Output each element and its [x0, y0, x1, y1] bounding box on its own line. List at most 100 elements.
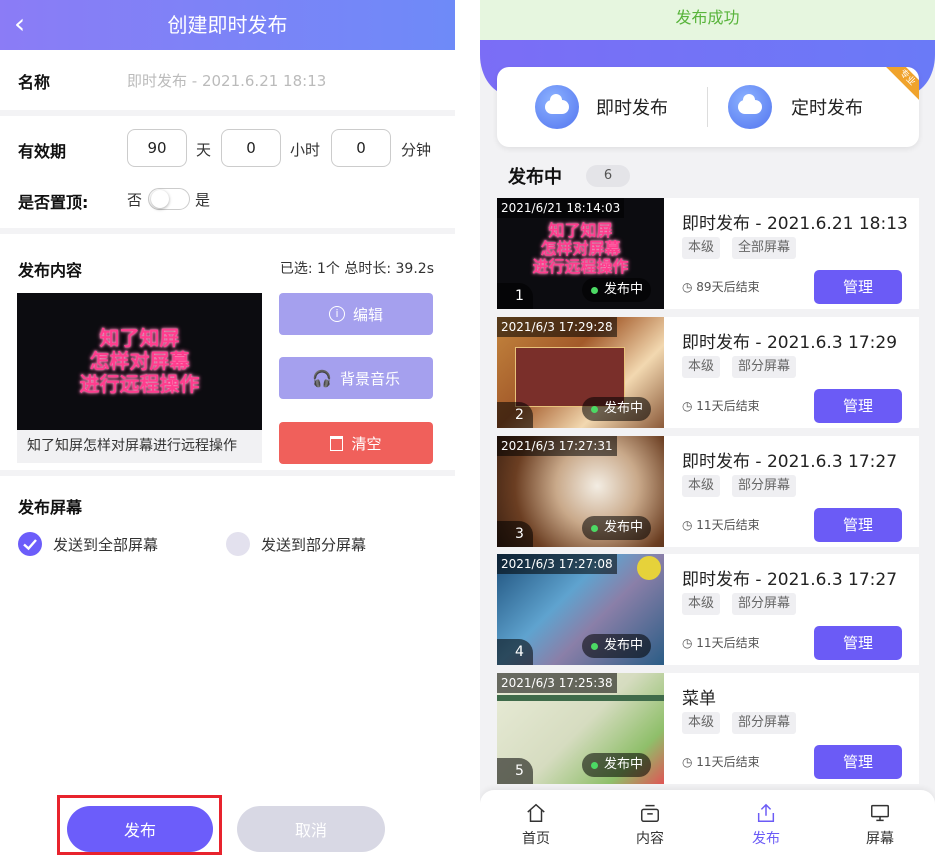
- days-unit: 天: [196, 141, 212, 159]
- pin-yes-label: 是: [195, 191, 211, 209]
- hours-input[interactable]: 0: [221, 129, 281, 167]
- thumb-line: 知了知屏: [99, 326, 180, 350]
- pin-toggle[interactable]: [148, 188, 190, 210]
- manage-button[interactable]: 管理: [814, 745, 902, 779]
- manage-button[interactable]: 管理: [814, 270, 902, 304]
- edit-label: 编辑: [352, 305, 383, 324]
- card-index: 2: [497, 402, 533, 428]
- name-label: 名称: [18, 73, 51, 92]
- publish-card[interactable]: 知了知屏 怎样对屏幕 进行远程操作 2021/6/21 18:14:03 1 发…: [497, 198, 919, 309]
- end-time: ◷ 11天后结束: [682, 399, 760, 413]
- header-bar: ‹ 创建即时发布: [0, 0, 455, 50]
- validity-label: 有效期: [18, 142, 67, 161]
- manage-button[interactable]: 管理: [814, 508, 902, 542]
- tab-publish[interactable]: 发布: [736, 802, 796, 848]
- scope-tag: 部分屏幕: [732, 712, 797, 734]
- send-part-label[interactable]: 发送到部分屏幕: [261, 534, 366, 555]
- card-thumbnail: 2021/6/3 17:27:08 4 发布中: [497, 554, 664, 665]
- publish-card[interactable]: 2021/6/3 17:27:31 3 发布中 即时发布 - 2021.6.3 …: [497, 436, 919, 547]
- publish-card[interactable]: 2021/6/3 17:29:28 2 发布中 即时发布 - 2021.6.3 …: [497, 317, 919, 428]
- card-title: 即时发布 - 2021.6.3 17:29: [682, 333, 898, 353]
- card-title: 即时发布 - 2021.6.3 17:27: [682, 570, 898, 590]
- scope-tag: 部分屏幕: [732, 475, 797, 497]
- status-badge: 发布中: [582, 278, 652, 302]
- scope-tag: 部分屏幕: [732, 593, 797, 615]
- screen-label: 发布屏幕: [18, 498, 83, 517]
- content-label: 发布内容: [18, 261, 83, 280]
- check-icon[interactable]: [18, 532, 42, 556]
- tab-screen[interactable]: 屏幕: [850, 802, 910, 848]
- tab-home[interactable]: 首页: [506, 802, 566, 848]
- card-index: 3: [497, 521, 533, 547]
- level-tag: 本级: [682, 593, 721, 615]
- days-input[interactable]: 90: [127, 129, 187, 167]
- monitor-icon: [871, 804, 889, 822]
- pin-label: 是否置顶:: [18, 193, 89, 212]
- divider: [707, 87, 708, 127]
- thumb-line: 怎样对屏幕: [89, 349, 190, 373]
- timestamp: 2021/6/3 17:25:38: [497, 673, 617, 693]
- thumb-text: 知了知屏 怎样对屏幕 进行远程操作: [497, 222, 664, 276]
- card-index: 5: [497, 758, 533, 784]
- radio-unchecked-icon[interactable]: [226, 532, 250, 556]
- timestamp: 2021/6/3 17:27:08: [497, 554, 617, 574]
- level-tag: 本级: [682, 475, 721, 497]
- card-index: 4: [497, 639, 533, 665]
- publish-list-screen: 发布成功 即时发布 定时发布 专业 发布中 6 知了知屏 怎样对屏幕 进行远程操…: [480, 0, 935, 861]
- bottom-tab-bar: 首页 内容 发布 屏幕: [480, 790, 935, 861]
- clear-label: 清空: [351, 434, 382, 453]
- scope-tag: 部分屏幕: [732, 356, 797, 378]
- cancel-button[interactable]: 取消: [237, 806, 385, 852]
- level-tag: 本级: [682, 356, 721, 378]
- content-caption: 知了知屏怎样对屏幕进行远程操作: [17, 430, 262, 463]
- minutes-input[interactable]: 0: [331, 129, 391, 167]
- tab-label: 内容: [636, 831, 664, 847]
- timestamp: 2021/6/3 17:29:28: [497, 317, 617, 337]
- cloud-clock-icon: [728, 85, 772, 129]
- manage-button[interactable]: 管理: [814, 626, 902, 660]
- create-publish-screen: ‹ 创建即时发布 名称 即时发布 - 2021.6.21 18:13 有效期 9…: [0, 0, 455, 861]
- thumb-line: 进行远程操作: [532, 257, 629, 276]
- status-badge: 发布中: [582, 516, 652, 540]
- section-title: 发布中: [508, 167, 562, 188]
- content-box-icon: [641, 804, 659, 822]
- clear-button[interactable]: 清空: [279, 422, 433, 464]
- toggle-knob: [151, 190, 169, 208]
- success-toast: 发布成功: [480, 0, 935, 40]
- status-badge: 发布中: [582, 753, 652, 777]
- page-title: 创建即时发布: [167, 13, 288, 37]
- section-count: 6: [586, 165, 630, 187]
- end-text: 11天后结束: [696, 399, 760, 413]
- card-thumbnail: 2021/6/3 17:27:31 3 发布中: [497, 436, 664, 547]
- end-text: 11天后结束: [696, 636, 760, 650]
- share-upload-icon: [757, 803, 775, 822]
- tab-label: 发布: [752, 831, 780, 847]
- timestamp: 2021/6/21 18:14:03: [497, 198, 625, 218]
- send-all-label[interactable]: 发送到全部屏幕: [53, 534, 158, 555]
- minutes-unit: 分钟: [401, 141, 432, 159]
- scope-tag: 全部屏幕: [732, 237, 797, 259]
- publish-card[interactable]: 2021/6/3 17:25:38 5 发布中 菜单 本级 部分屏幕 ◷ 11天…: [497, 673, 919, 784]
- instant-publish-button[interactable]: 即时发布: [596, 94, 668, 120]
- edit-button[interactable]: i 编辑: [279, 293, 433, 335]
- pro-badge: 专业: [880, 67, 919, 105]
- scheduled-publish-button[interactable]: 定时发布: [791, 94, 863, 120]
- end-time: ◷ 11天后结束: [682, 636, 760, 650]
- music-button[interactable]: 🎧 背景音乐: [279, 357, 433, 399]
- level-tag: 本级: [682, 712, 721, 734]
- end-time: ◷ 89天后结束: [682, 280, 760, 294]
- card-index: 1: [497, 283, 533, 309]
- home-icon: [527, 803, 545, 822]
- app-root: ‹ 创建即时发布 名称 即时发布 - 2021.6.21 18:13 有效期 9…: [0, 0, 935, 861]
- content-thumbnail[interactable]: 知了知屏 怎样对屏幕 进行远程操作: [17, 293, 262, 430]
- end-time: ◷ 11天后结束: [682, 518, 760, 532]
- publish-button[interactable]: 发布: [67, 806, 213, 852]
- name-field[interactable]: 即时发布 - 2021.6.21 18:13: [127, 70, 326, 91]
- cloud-icon: [535, 85, 579, 129]
- publish-card[interactable]: 2021/6/3 17:27:08 4 发布中 即时发布 - 2021.6.3 …: [497, 554, 919, 665]
- card-thumbnail: 2021/6/3 17:25:38 5 发布中: [497, 673, 664, 784]
- pin-no-label: 否: [127, 191, 143, 209]
- menu-stripe: [497, 695, 664, 701]
- manage-button[interactable]: 管理: [814, 389, 902, 423]
- tab-content[interactable]: 内容: [620, 802, 680, 848]
